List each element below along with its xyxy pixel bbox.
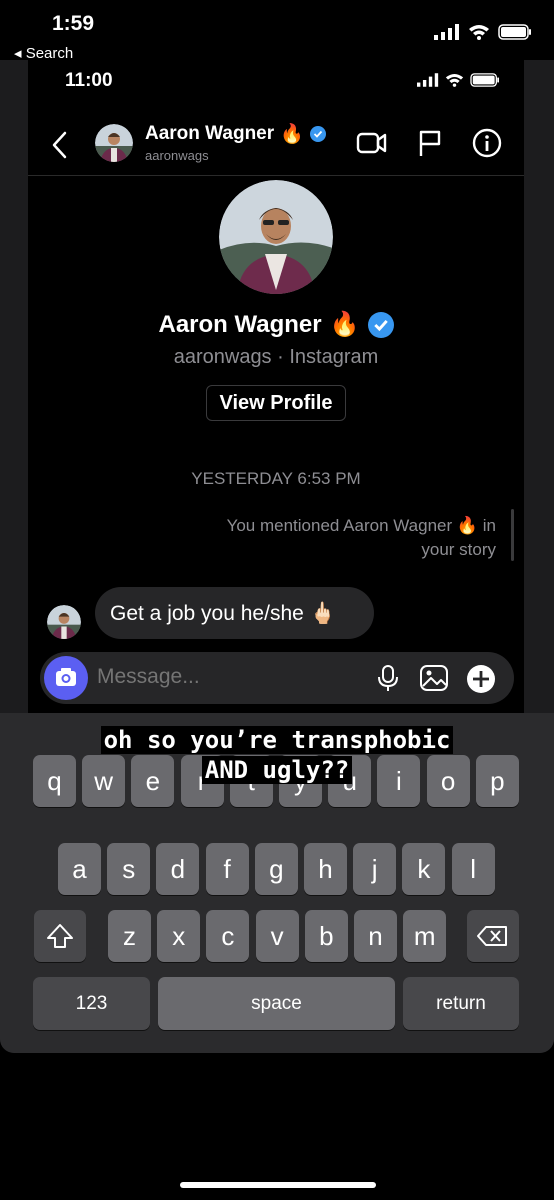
key-l[interactable]: l [451, 843, 495, 895]
outer-status-icons [434, 24, 532, 40]
back-chevron-icon[interactable] [50, 127, 70, 163]
profile-subtitle: aaronwags · Instagram [173, 346, 379, 368]
battery-icon [498, 24, 531, 40]
key-x-label: x [172, 921, 186, 951]
key-s-label: s [122, 854, 136, 884]
story-mention-note: You mentioned Aaron Wagner 🔥 in your sto… [176, 514, 496, 562]
received-message-bubble[interactable]: Get a job you he/she 🖕🏻 [95, 587, 374, 639]
message-input[interactable] [97, 665, 357, 689]
signal-icon [434, 24, 459, 40]
key-a[interactable]: a [58, 843, 101, 895]
key-g-label: g [269, 854, 284, 884]
key-k-label: k [417, 854, 431, 884]
verified-badge-icon [309, 126, 326, 142]
chat-header: Aaron Wagner 🔥 aaronwags [28, 115, 524, 176]
scroll-indicator[interactable] [511, 509, 514, 561]
signal-icon [417, 73, 439, 87]
info-icon[interactable] [472, 128, 502, 158]
mention-note-line1: You mentioned Aaron Wagner 🔥 in [226, 516, 496, 535]
key-f-label: f [223, 854, 231, 884]
gallery-icon[interactable] [419, 664, 449, 692]
wifi-icon [469, 25, 489, 40]
space-key[interactable]: space [158, 977, 395, 1030]
key-k[interactable]: k [402, 843, 446, 895]
flag-icon[interactable] [417, 128, 443, 158]
header-handle: aaronwags [145, 148, 209, 163]
view-profile-button[interactable]: View Profile [206, 385, 346, 421]
key-h[interactable]: h [304, 843, 347, 895]
key-d-label: d [170, 854, 186, 884]
camera-button[interactable] [44, 656, 88, 700]
camera-icon [56, 668, 76, 686]
backspace-icon [477, 926, 507, 946]
header-name-row[interactable]: Aaron Wagner 🔥 [145, 122, 326, 146]
outer-status-time: 1:59 [52, 12, 95, 35]
key-c[interactable]: c [206, 910, 250, 962]
header-avatar[interactable] [95, 124, 133, 162]
message-text: Get a job you he/she 🖕🏻 [110, 602, 336, 625]
header-name: Aaron Wagner [145, 123, 275, 144]
key-d[interactable]: d [156, 843, 200, 895]
battery-icon [470, 73, 499, 87]
mention-note-line2: your story [421, 540, 496, 559]
key-v-label: v [270, 921, 284, 951]
profile-name: Aaron Wagner [158, 310, 322, 338]
key-h-label: h [318, 854, 333, 884]
return-key[interactable]: return [403, 977, 519, 1030]
key-m[interactable]: m [403, 910, 447, 962]
key-v[interactable]: v [255, 910, 299, 962]
key-a-label: a [72, 854, 87, 884]
inner-status-time: 11:00 [65, 70, 113, 91]
key-x[interactable]: x [157, 910, 201, 962]
message-composer [40, 652, 514, 704]
profile-avatar[interactable] [219, 180, 333, 294]
key-g[interactable]: g [254, 843, 298, 895]
key-j[interactable]: j [353, 843, 397, 895]
key-b[interactable]: b [304, 910, 348, 962]
key-f[interactable]: f [205, 843, 249, 895]
numbers-key[interactable]: 123 [33, 977, 150, 1030]
sender-avatar[interactable] [47, 605, 81, 639]
key-c-label: c [221, 921, 235, 951]
message-timestamp: YESTERDAY 6:53 PM [191, 469, 361, 488]
microphone-icon[interactable] [375, 664, 401, 692]
return-key-label: return [436, 993, 486, 1014]
space-key-label: space [251, 993, 302, 1014]
key-b-label: b [319, 921, 334, 951]
key-z[interactable]: z [108, 910, 151, 962]
key-j-label: j [371, 854, 378, 884]
instagram-dm-screen: 11:00 Aaron Wagner 🔥 aaronwags Aaron Wag… [28, 60, 524, 713]
key-n[interactable]: n [354, 910, 397, 962]
key-l-label: l [470, 854, 476, 884]
plus-icon[interactable] [466, 664, 496, 694]
fire-emoji: 🔥 [280, 124, 304, 145]
key-s[interactable]: s [107, 843, 151, 895]
key-z-label: z [123, 921, 136, 951]
story-caption: oh so you’re transphobic AND ugly?? [0, 725, 554, 785]
wifi-icon [445, 73, 464, 87]
verified-badge-icon [367, 311, 394, 338]
shift-icon [47, 924, 73, 948]
caption-line1: oh so you’re transphobic [100, 726, 454, 754]
inner-status-icons [417, 73, 500, 87]
profile-name-row: Aaron Wagner 🔥 [28, 310, 524, 339]
shift-key[interactable] [34, 910, 86, 962]
key-n-label: n [368, 921, 383, 951]
screenshot-panel: 11:00 Aaron Wagner 🔥 aaronwags Aaron Wag… [0, 60, 554, 1053]
video-call-icon[interactable] [356, 129, 388, 157]
key-m-label: m [413, 921, 436, 951]
backspace-key[interactable] [467, 910, 519, 962]
caption-line2: AND ugly?? [201, 756, 353, 784]
numbers-key-label: 123 [75, 993, 108, 1014]
home-indicator[interactable] [180, 1182, 376, 1188]
fire-emoji: 🔥 [329, 311, 360, 338]
